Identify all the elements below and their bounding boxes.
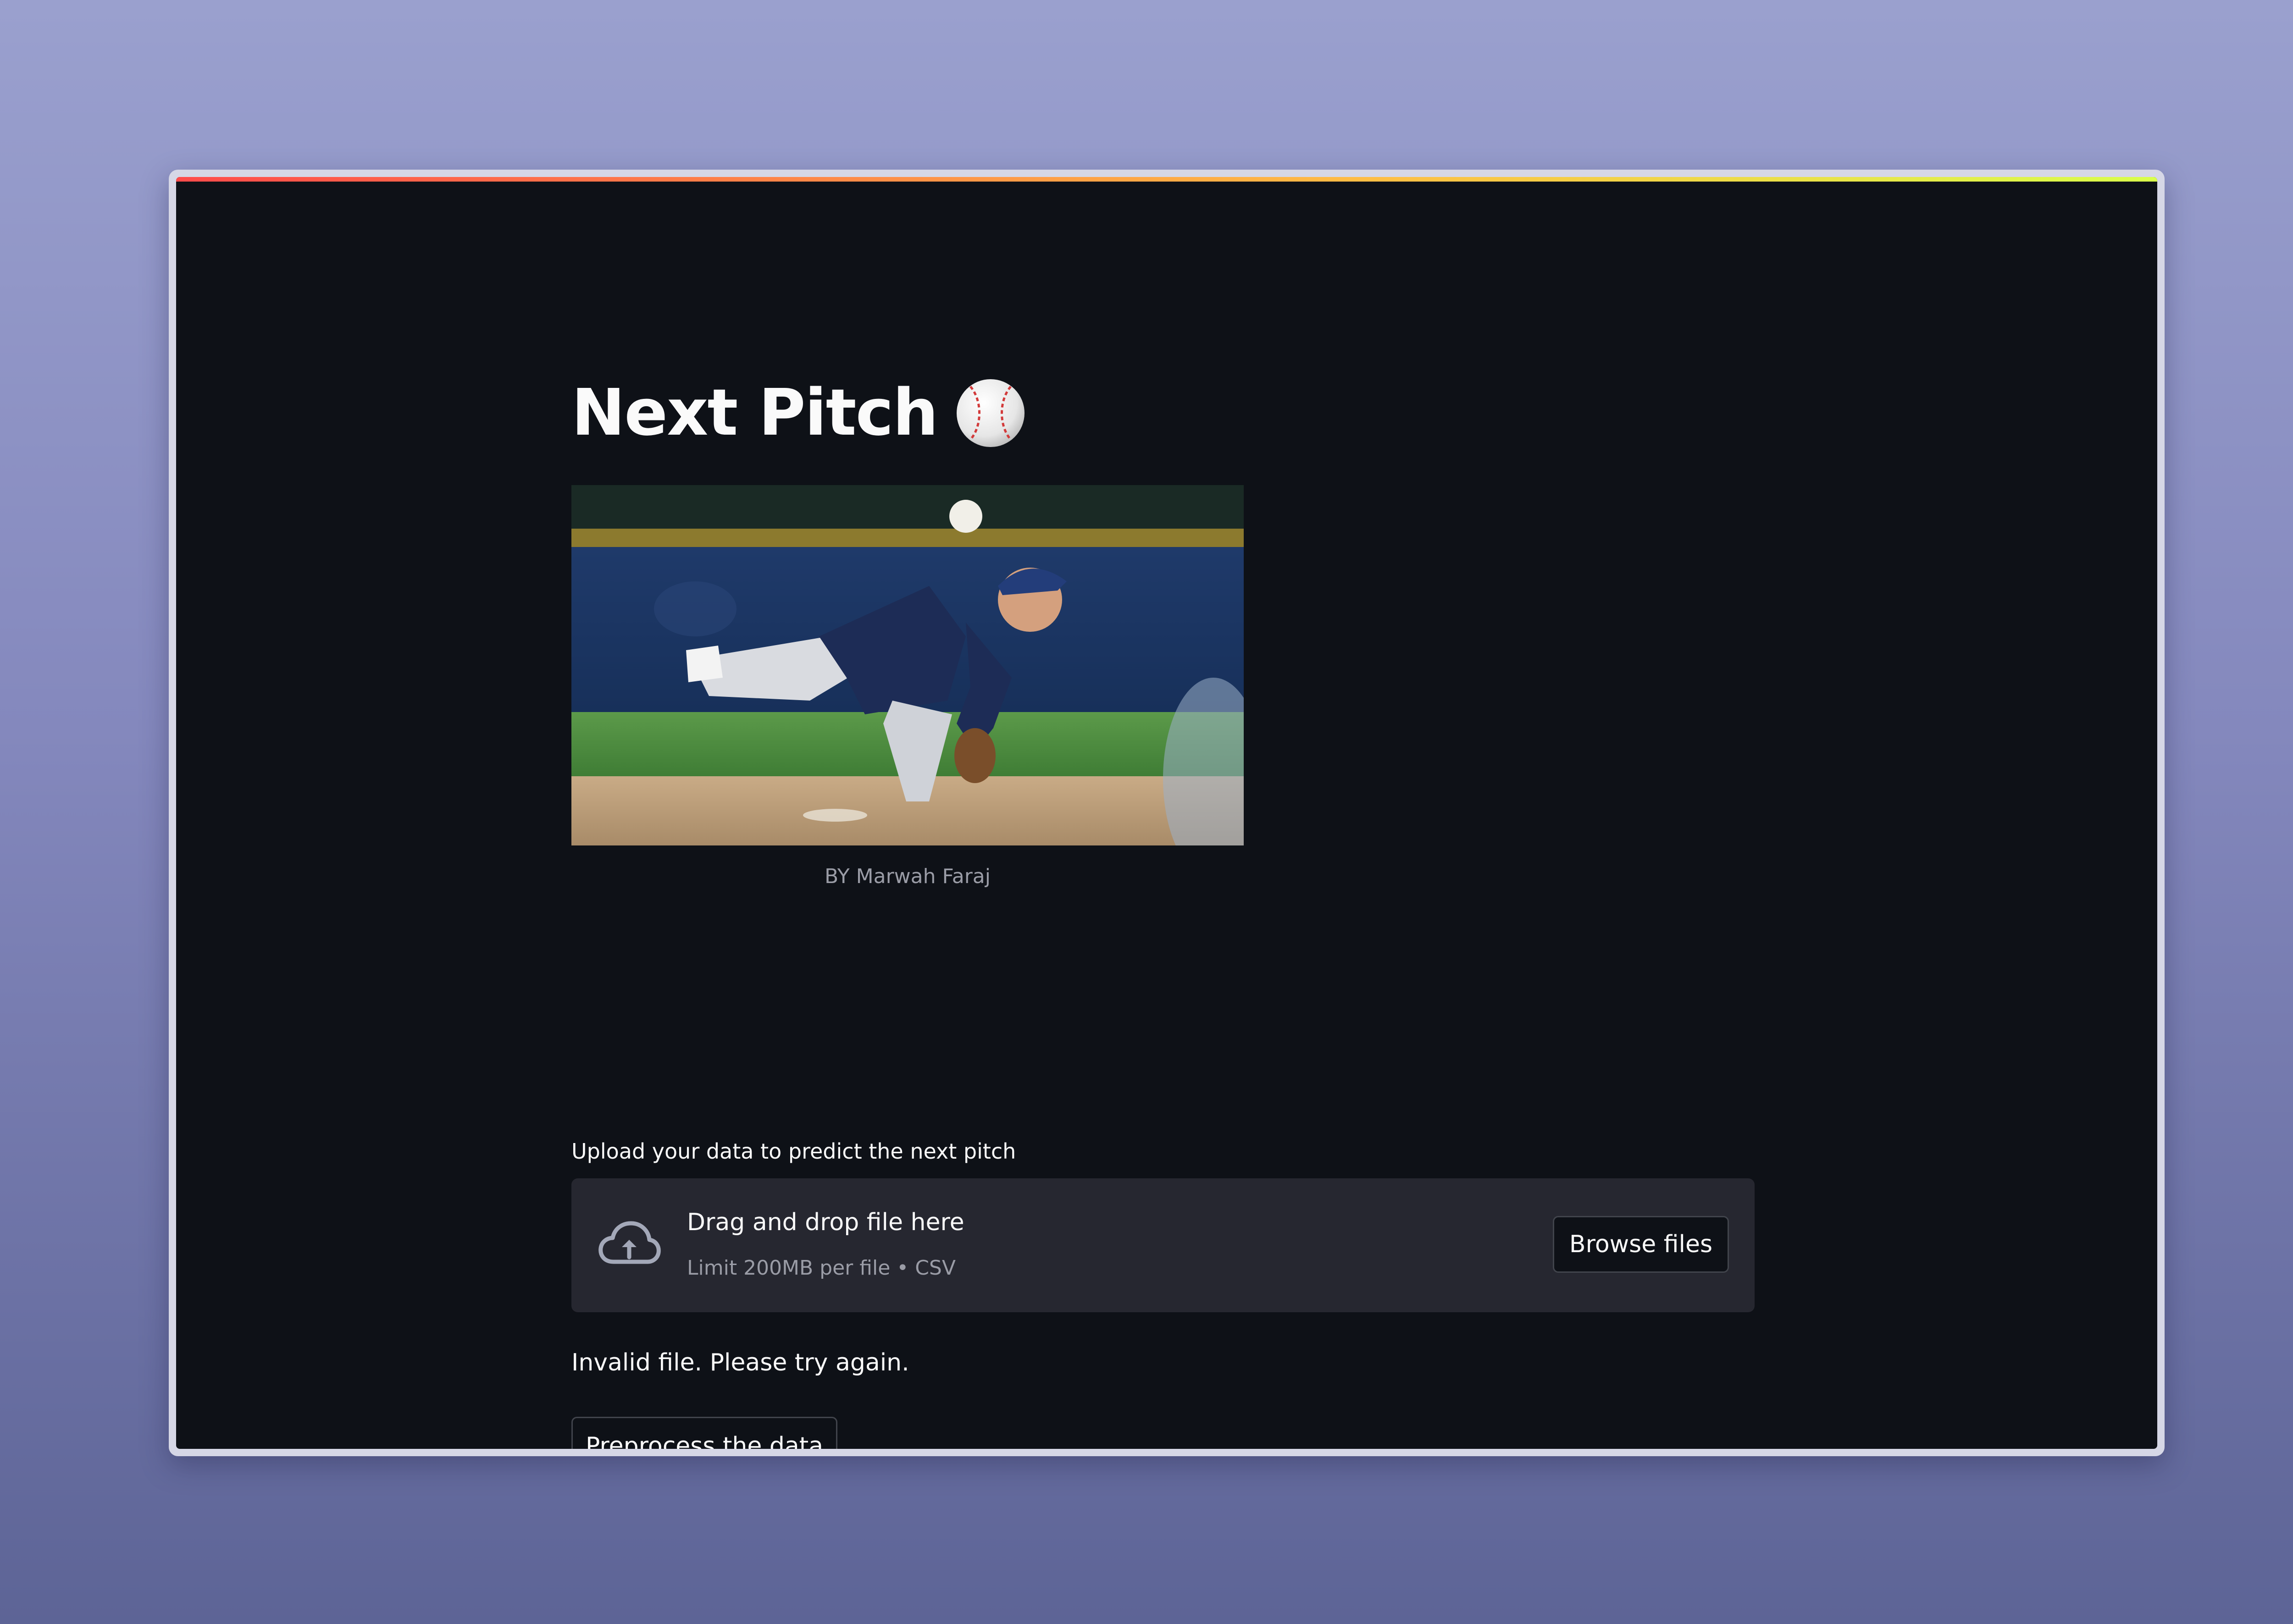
dropzone-title: Drag and drop file here — [687, 1209, 964, 1236]
cloud-upload-icon — [597, 1218, 661, 1273]
file-dropzone[interactable]: Drag and drop file here Limit 200MB per … — [571, 1178, 1755, 1312]
header-decoration-bar — [176, 177, 2157, 182]
browse-files-button[interactable]: Browse files — [1553, 1216, 1729, 1273]
dropzone-limit-text: Limit 200MB per file • CSV — [687, 1256, 956, 1280]
streamlit-app: Next Pitch BY Marwah Faraj Upload your d… — [176, 177, 2157, 1449]
browser-window: Next Pitch BY Marwah Faraj Upload your d… — [169, 170, 2165, 1456]
pitcher-photo — [571, 485, 1244, 845]
page-title: Next Pitch — [571, 376, 938, 450]
baseball-icon — [954, 376, 1027, 450]
status-message: Invalid file. Please try again. — [571, 1349, 909, 1376]
preprocess-button[interactable]: Preprocess the data — [571, 1417, 837, 1449]
file-uploader-label: Upload your data to predict the next pit… — [571, 1139, 1016, 1164]
title-row: Next Pitch — [571, 370, 1027, 457]
image-caption: BY Marwah Faraj — [825, 865, 991, 888]
